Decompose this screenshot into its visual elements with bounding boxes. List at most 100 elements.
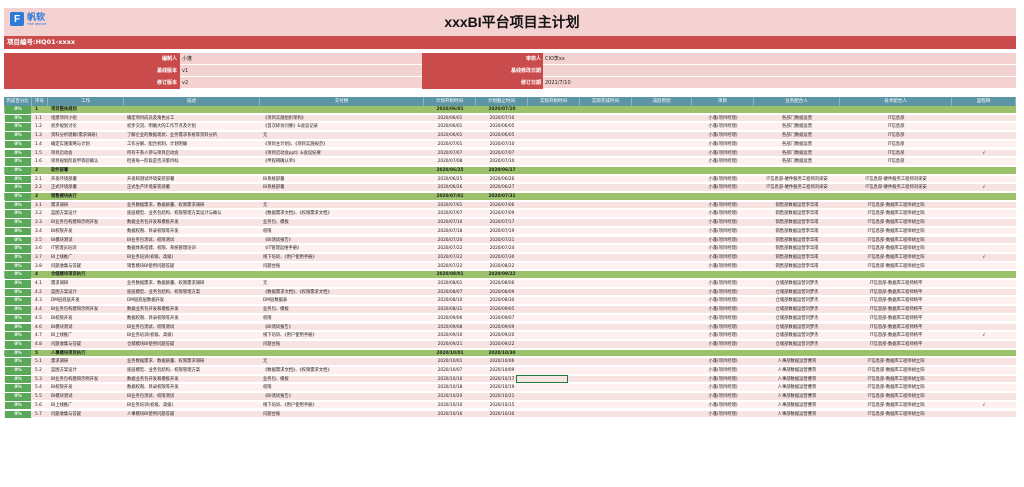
work-cell[interactable]: 需求调研 bbox=[49, 358, 123, 366]
actual-start-cell[interactable] bbox=[529, 358, 579, 366]
work-cell[interactable]: BI业务包构建和示例开发 bbox=[49, 376, 123, 384]
actual-start-cell[interactable] bbox=[529, 306, 579, 314]
tech-cell[interactable]: IT信息部-数据库工程师杨平 bbox=[841, 297, 951, 305]
actual-end-cell[interactable] bbox=[581, 219, 631, 227]
milestone-cell[interactable] bbox=[953, 210, 1015, 218]
deliv-cell[interactable]: 无 bbox=[261, 280, 423, 288]
tech-cell[interactable] bbox=[841, 106, 951, 114]
actual-start-cell[interactable] bbox=[529, 341, 579, 349]
lag-cell[interactable] bbox=[633, 245, 691, 253]
actual-end-cell[interactable] bbox=[581, 150, 631, 158]
biz-cell[interactable]: 仓储部数据运营刘梦杰 bbox=[755, 306, 839, 314]
desc-cell[interactable] bbox=[125, 350, 259, 358]
biz-cell[interactable]: 各部门数据运营 bbox=[755, 132, 839, 140]
plan-end-cell[interactable]: 2020/10/06 bbox=[477, 358, 527, 366]
tech-cell[interactable]: IT信息部-数据库工程师杨平 bbox=[841, 289, 951, 297]
desc-cell[interactable]: DM层底层数据开发 bbox=[125, 297, 259, 305]
work-cell[interactable]: 正式环境部署 bbox=[49, 184, 123, 192]
tech-cell[interactable]: IT信息部-数据库工程师杨平 bbox=[841, 280, 951, 288]
project-cell[interactable] bbox=[693, 106, 753, 114]
plan-start-cell[interactable]: 2020/10/18 bbox=[425, 384, 475, 392]
plan-start-cell[interactable]: 2020/08/07 bbox=[425, 289, 475, 297]
no-cell[interactable]: 3.3 bbox=[33, 219, 47, 227]
desc-cell[interactable]: 初步交流、明确大的工作节点及计划 bbox=[125, 123, 259, 131]
actual-end-cell[interactable] bbox=[581, 237, 631, 245]
pct-cell[interactable]: 0% bbox=[5, 175, 31, 184]
no-cell[interactable]: 3 bbox=[33, 193, 47, 201]
column-header[interactable]: 实际完成时间 bbox=[580, 97, 632, 106]
lag-cell[interactable] bbox=[633, 271, 691, 279]
lag-cell[interactable] bbox=[633, 332, 691, 340]
actual-end-cell[interactable] bbox=[581, 271, 631, 279]
biz-cell[interactable]: 各部门数据运营 bbox=[755, 158, 839, 166]
plan-start-cell[interactable]: 2020/10/01 bbox=[425, 358, 475, 366]
lag-cell[interactable] bbox=[633, 184, 691, 192]
plan-end-cell[interactable]: 2020/06/05 bbox=[477, 123, 527, 131]
desc-cell[interactable]: 数据权限、目录权限等开发 bbox=[125, 384, 259, 392]
milestone-cell[interactable] bbox=[953, 324, 1015, 332]
tech-cell[interactable]: IT信息部-数据库工程师杨平 bbox=[841, 324, 951, 332]
plan-start-cell[interactable]: 2020/06/01 bbox=[425, 123, 475, 131]
biz-cell[interactable]: 销售部数据运营李华南 bbox=[755, 202, 839, 210]
work-cell[interactable]: 需求调研 bbox=[49, 280, 123, 288]
actual-end-cell[interactable] bbox=[581, 393, 631, 401]
no-cell[interactable]: 4.6 bbox=[33, 324, 47, 332]
actual-start-cell[interactable] bbox=[529, 123, 579, 131]
milestone-cell[interactable] bbox=[953, 237, 1015, 245]
plan-start-cell[interactable]: 2020/10/01 bbox=[425, 350, 475, 358]
milestone-cell[interactable] bbox=[953, 123, 1015, 131]
plan-start-cell[interactable]: 2020/10/16 bbox=[425, 411, 475, 419]
work-cell[interactable]: 蓝图方案设计 bbox=[49, 210, 123, 218]
tech-cell[interactable]: IT信息部-数据库工程师杨平 bbox=[841, 332, 951, 340]
lag-cell[interactable] bbox=[633, 193, 691, 201]
pct-cell[interactable]: 0% bbox=[5, 140, 31, 149]
no-cell[interactable]: 4.8 bbox=[33, 341, 47, 349]
no-cell[interactable]: 5.4 bbox=[33, 384, 47, 392]
tech-cell[interactable]: IT信息部-数据库工程师胡立阳 bbox=[841, 254, 951, 262]
pct-cell[interactable]: 0% bbox=[5, 210, 31, 219]
plan-end-cell[interactable]: 2020/07/30 bbox=[477, 254, 527, 262]
desc-cell[interactable]: 业务数据需求、数据质量、权限需求调研 bbox=[125, 280, 259, 288]
work-cell[interactable]: BI上线推广 bbox=[49, 332, 123, 340]
biz-cell[interactable]: 各部门数据运营 bbox=[755, 123, 839, 131]
no-cell[interactable]: 5 bbox=[33, 350, 47, 358]
desc-cell[interactable] bbox=[125, 271, 259, 279]
no-cell[interactable]: 4.3 bbox=[33, 297, 47, 305]
milestone-cell[interactable] bbox=[953, 228, 1015, 236]
no-cell[interactable]: 3.5 bbox=[33, 237, 47, 245]
plan-start-cell[interactable]: 2020/08/01 bbox=[425, 280, 475, 288]
column-header[interactable]: 计划截止时间 bbox=[476, 97, 528, 106]
actual-end-cell[interactable] bbox=[581, 315, 631, 323]
lag-cell[interactable] bbox=[633, 358, 691, 366]
no-cell[interactable]: 5.3 bbox=[33, 376, 47, 384]
lag-cell[interactable] bbox=[633, 306, 691, 314]
actual-end-cell[interactable] bbox=[581, 367, 631, 375]
column-header[interactable]: 滞后原因 bbox=[632, 97, 692, 106]
plan-end-cell[interactable]: 2020/10/15 bbox=[477, 402, 527, 410]
milestone-cell[interactable] bbox=[953, 411, 1015, 419]
biz-cell[interactable] bbox=[755, 167, 839, 175]
actual-end-cell[interactable] bbox=[581, 158, 631, 166]
project-cell[interactable]: 小蓬(项目经理) bbox=[693, 384, 753, 392]
desc-cell[interactable]: 数据业务包开发和模板开发 bbox=[125, 376, 259, 384]
project-cell[interactable]: 小蓬(项目经理) bbox=[693, 202, 753, 210]
deliv-cell[interactable] bbox=[261, 106, 423, 114]
deliv-cell[interactable]: 《BI测试报告》 bbox=[261, 393, 423, 401]
biz-cell[interactable]: 人事部数据运营曹贺 bbox=[755, 367, 839, 375]
biz-cell[interactable]: 仓储部数据运营刘梦杰 bbox=[755, 324, 839, 332]
no-cell[interactable]: 3.7 bbox=[33, 254, 47, 262]
lag-cell[interactable] bbox=[633, 141, 691, 149]
lag-cell[interactable] bbox=[633, 341, 691, 349]
actual-end-cell[interactable] bbox=[581, 167, 631, 175]
no-cell[interactable]: 3.1 bbox=[33, 202, 47, 210]
desc-cell[interactable]: 数据体系搭建、权限、系统管理培训 bbox=[125, 245, 259, 253]
actual-end-cell[interactable] bbox=[581, 132, 631, 140]
lag-cell[interactable] bbox=[633, 367, 691, 375]
actual-start-cell[interactable] bbox=[529, 245, 579, 253]
actual-end-cell[interactable] bbox=[581, 141, 631, 149]
milestone-cell[interactable] bbox=[953, 367, 1015, 375]
milestone-cell[interactable] bbox=[953, 202, 1015, 210]
actual-end-cell[interactable] bbox=[581, 341, 631, 349]
lag-cell[interactable] bbox=[633, 350, 691, 358]
deliv-cell[interactable]: 无 bbox=[261, 132, 423, 140]
